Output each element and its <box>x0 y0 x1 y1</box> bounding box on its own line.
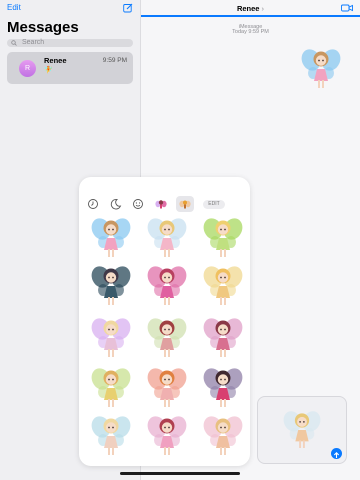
sticker-edit-button[interactable]: EDIT <box>203 200 225 209</box>
contact-name: Renee <box>236 4 260 13</box>
sticker-fairy-peach[interactable] <box>203 412 243 458</box>
recents-icon[interactable] <box>87 198 99 210</box>
preview-fairy-sticker[interactable] <box>283 407 321 451</box>
search-placeholder: Search <box>22 39 45 46</box>
sticker-fairy-yellow[interactable] <box>203 262 243 308</box>
page-title: Messages <box>7 19 79 36</box>
sticker-pack-fairy-2-icon <box>179 200 191 209</box>
home-indicator[interactable] <box>120 472 240 475</box>
sidebar-toolbar: Edit <box>7 3 133 15</box>
search-input[interactable]: Search <box>7 39 133 47</box>
sticker-tab-bar: EDIT <box>85 196 235 212</box>
sleep-icon[interactable] <box>110 198 122 210</box>
sticker-fairy-rose[interactable] <box>147 412 187 458</box>
video-call-icon[interactable] <box>341 4 353 12</box>
sticker-fairy-orange[interactable] <box>147 364 187 410</box>
conversation-name: Renee <box>44 56 67 65</box>
sticker-fairy-pink-purple[interactable] <box>203 314 243 360</box>
compose-icon[interactable] <box>123 3 133 13</box>
sticker-fairy-dark-pink[interactable] <box>203 364 243 410</box>
sticker-fairy-magenta[interactable] <box>147 262 187 308</box>
conversation-row[interactable]: R Renee 9:59 PM 🧚 <box>7 52 133 84</box>
sticker-fairy-blue-wings[interactable] <box>91 214 131 260</box>
sticker-fairy-meadow[interactable] <box>91 364 131 410</box>
sticker-fairy-pale-blue[interactable] <box>91 412 131 458</box>
sticker-preview-compose <box>257 396 347 464</box>
chat-header: Renee › <box>141 0 360 17</box>
avatar: R <box>19 60 36 77</box>
emoji-icon[interactable] <box>132 198 144 210</box>
sent-fairy-sticker[interactable] <box>301 45 341 91</box>
sticker-pack-fairy-1-icon[interactable] <box>155 198 167 210</box>
sticker-drawer: EDIT <box>79 177 250 466</box>
message-timestamp: Today 9:59 PM <box>232 29 269 35</box>
sticker-fairy-red-green[interactable] <box>147 314 187 360</box>
arrow-up-icon <box>333 452 340 458</box>
contact-name-button[interactable]: Renee › <box>141 4 360 13</box>
conversation-time: 9:59 PM <box>102 57 127 64</box>
chevron-right-icon: › <box>261 4 265 13</box>
sticker-fairy-dark-teal[interactable] <box>91 262 131 308</box>
edit-button[interactable]: Edit <box>7 3 21 12</box>
conversation-preview: 🧚 <box>44 67 53 74</box>
sticker-fairy-lavender[interactable] <box>91 314 131 360</box>
sticker-fairy-blonde-pink[interactable] <box>147 214 187 260</box>
sticker-fairy-green-lime[interactable] <box>203 214 243 260</box>
search-icon <box>11 40 17 46</box>
sticker-pack-fairy-2-tab[interactable] <box>176 196 194 212</box>
send-button[interactable] <box>331 448 342 459</box>
